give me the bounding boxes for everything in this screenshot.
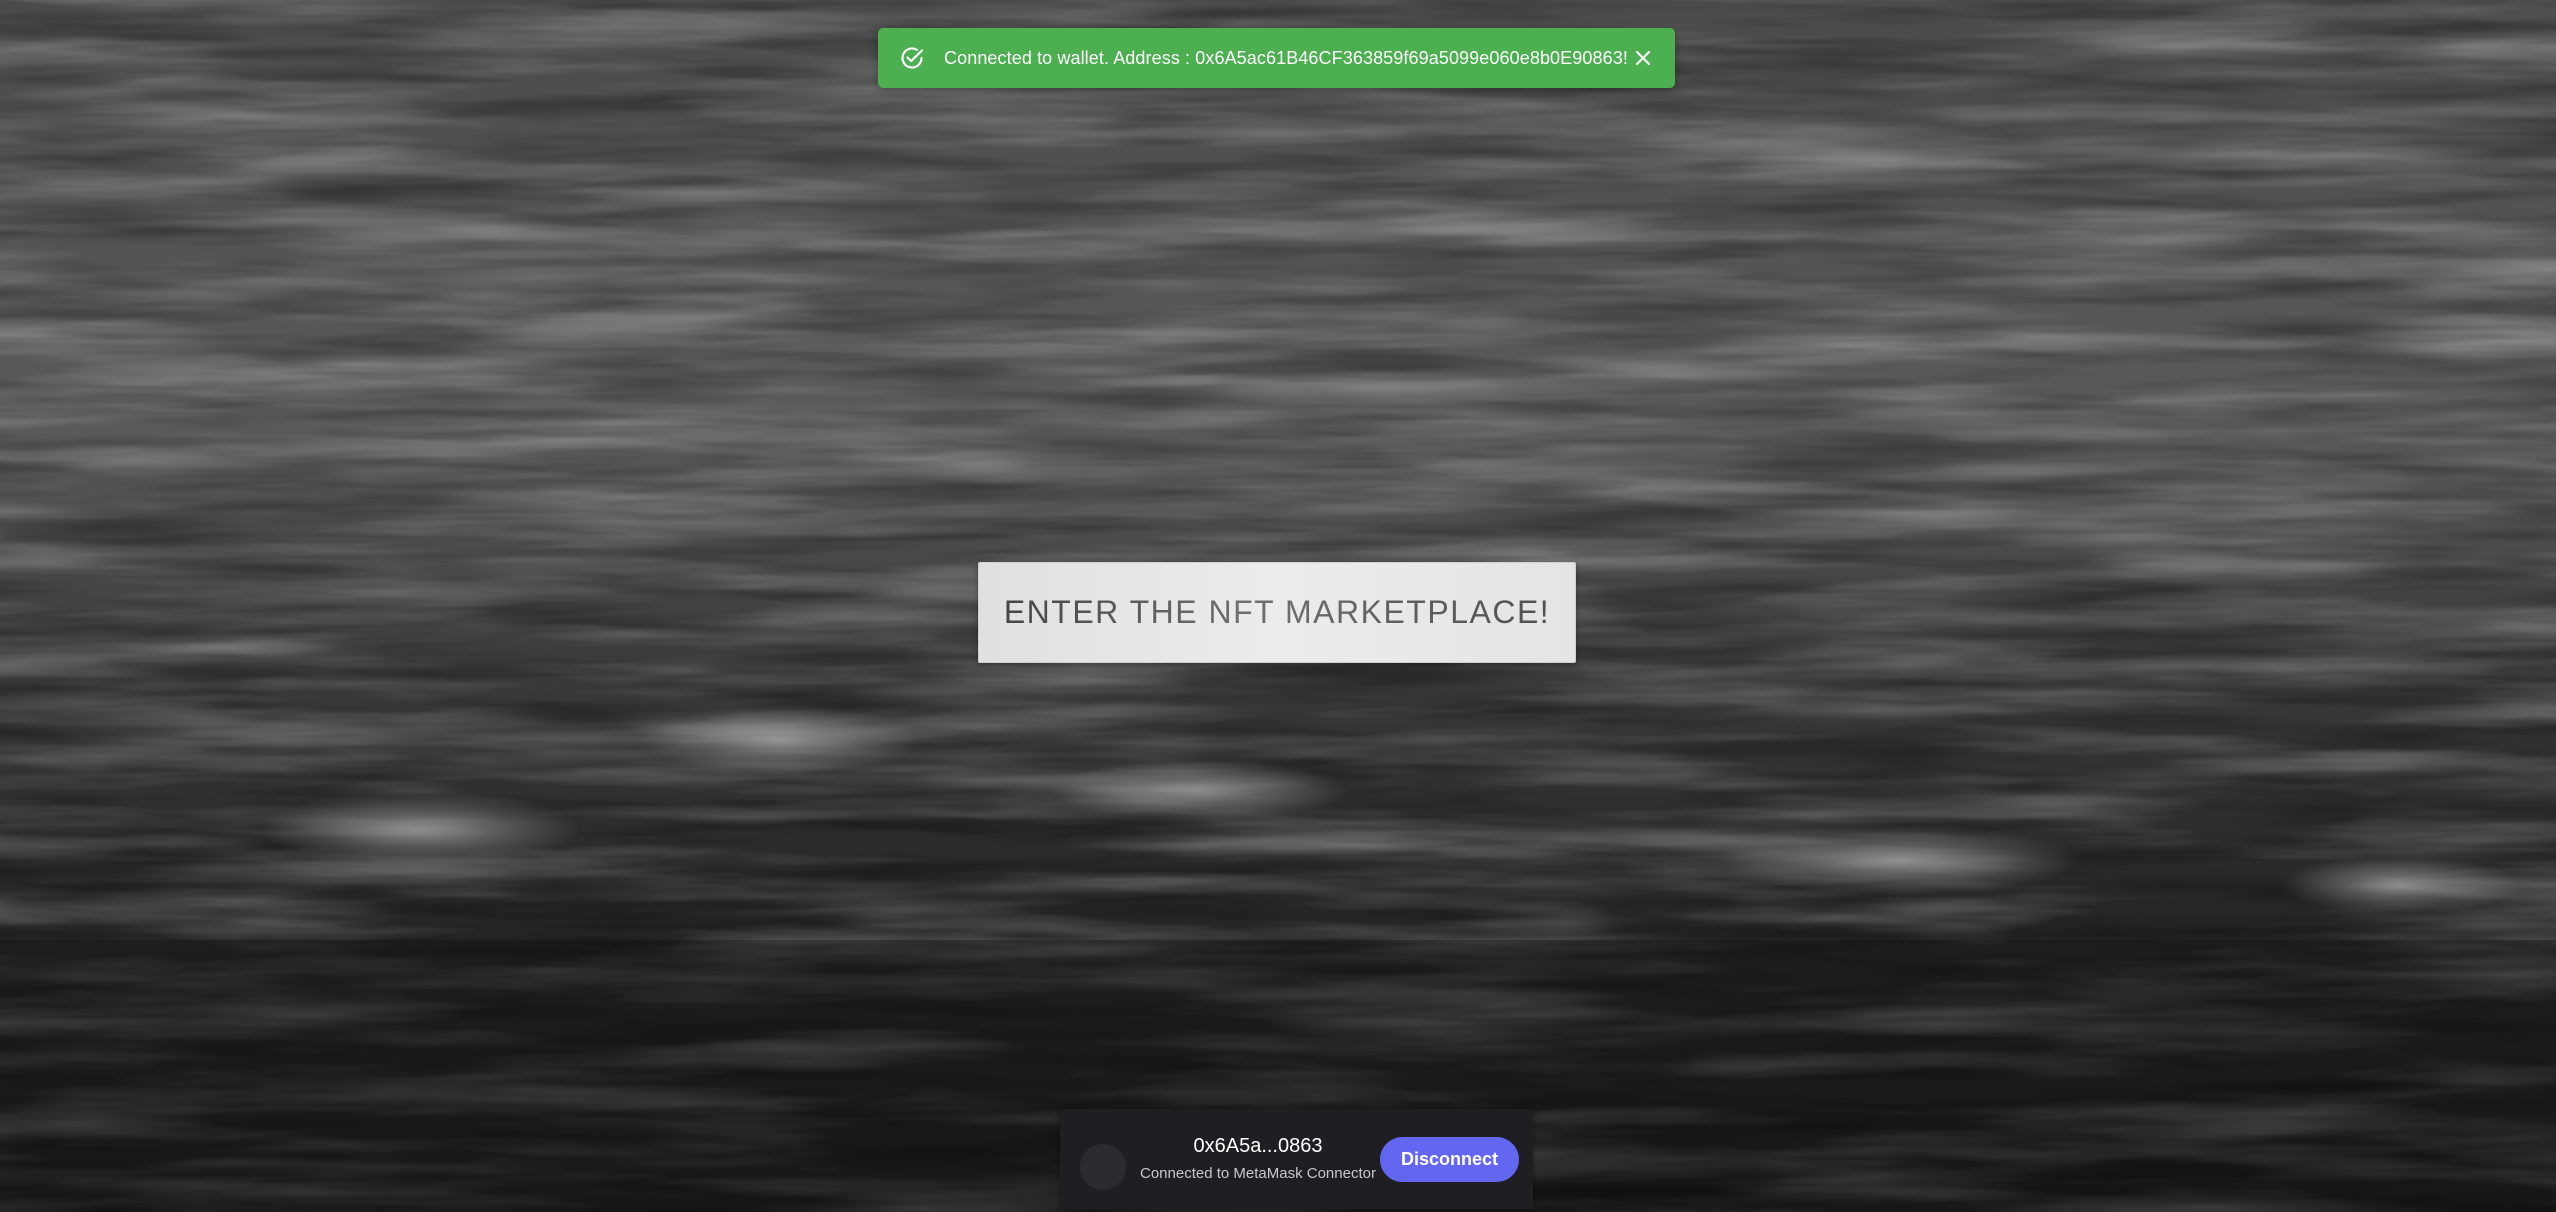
close-icon[interactable]: [1628, 43, 1658, 73]
check-circle-icon: [898, 44, 926, 72]
wallet-connector-status: Connected to MetaMask Connector: [1140, 1165, 1376, 1182]
enter-marketplace-button[interactable]: ENTER THE NFT MARKETPLACE!: [978, 562, 1576, 663]
page-root: Connected to wallet. Address : 0x6A5ac61…: [0, 0, 2556, 1212]
enter-marketplace-label: ENTER THE NFT MARKETPLACE!: [1003, 594, 1551, 630]
disconnect-button[interactable]: Disconnect: [1379, 1136, 1519, 1182]
wallet-address: 0x6A5a...0863: [1193, 1135, 1323, 1157]
success-toast: Connected to wallet. Address : 0x6A5ac61…: [878, 28, 1675, 88]
wallet-avatar: [1080, 1144, 1126, 1190]
toast-message: Connected to wallet. Address : 0x6A5ac61…: [944, 47, 1628, 68]
wallet-info: 0x6A5a...0863 Connected to MetaMask Conn…: [1140, 1134, 1376, 1184]
wallet-connection-bar: 0x6A5a...0863 Connected to MetaMask Conn…: [1060, 1109, 1533, 1209]
